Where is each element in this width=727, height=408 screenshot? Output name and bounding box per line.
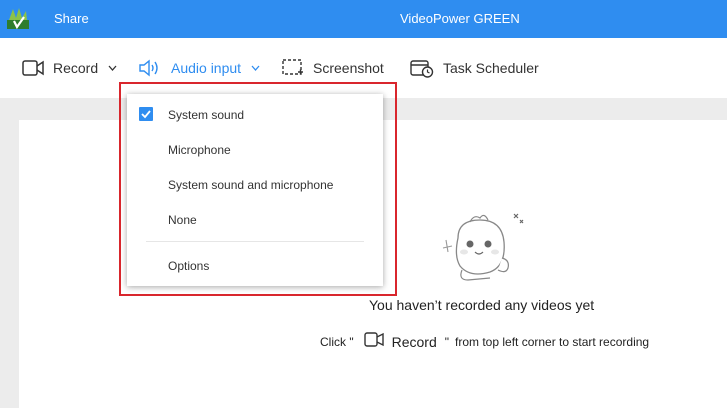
menu-item-microphone[interactable]: Microphone: [127, 135, 383, 163]
mascot-illustration-icon: [440, 208, 530, 290]
menu-item-system-sound-and-microphone[interactable]: System sound and microphone: [127, 170, 383, 198]
chevron-down-icon[interactable]: [108, 65, 117, 71]
speaker-icon: [138, 59, 162, 77]
screenshot-button[interactable]: Screenshot: [282, 56, 384, 80]
record-button[interactable]: Record: [22, 56, 117, 80]
app-logo-icon: [6, 6, 30, 30]
record-label: Record: [53, 60, 99, 76]
audio-input-menu: System sound Microphone System sound and…: [127, 94, 383, 286]
menu-divider: [146, 241, 364, 242]
menu-item-label: System sound: [168, 108, 245, 122]
hint-quote: ": [444, 335, 449, 349]
hint-record-text: Record: [391, 334, 437, 350]
menu-item-none[interactable]: None: [127, 205, 383, 233]
menu-item-label: Options: [168, 259, 210, 273]
video-camera-icon: [363, 332, 384, 352]
audio-input-button[interactable]: Audio input: [138, 56, 260, 80]
calendar-clock-icon: [410, 58, 434, 78]
video-camera-icon: [22, 60, 44, 76]
audio-input-label: Audio input: [171, 60, 242, 76]
task-scheduler-button[interactable]: Task Scheduler: [410, 56, 539, 80]
menu-item-label: System sound and microphone: [168, 178, 334, 192]
app-title: VideoPower GREEN: [400, 11, 520, 26]
chevron-down-icon[interactable]: [251, 65, 260, 71]
share-button[interactable]: Share: [54, 11, 89, 26]
menu-item-system-sound[interactable]: System sound: [127, 100, 383, 128]
empty-state-hint: Click " Record " from top left corner to…: [320, 332, 649, 352]
screenshot-crop-icon: [282, 59, 304, 77]
hint-suffix: from top left corner to start recording: [455, 335, 650, 349]
screenshot-label: Screenshot: [313, 60, 384, 76]
menu-item-label: Microphone: [168, 143, 231, 157]
title-bar: Share VideoPower GREEN: [0, 0, 727, 38]
menu-item-label: None: [168, 213, 197, 227]
checkbox-checked-icon: [139, 107, 153, 121]
menu-item-options[interactable]: Options: [127, 251, 383, 279]
empty-state-title: You haven’t recorded any videos yet: [369, 297, 595, 313]
task-scheduler-label: Task Scheduler: [443, 60, 539, 76]
hint-prefix: Click ": [320, 335, 354, 349]
